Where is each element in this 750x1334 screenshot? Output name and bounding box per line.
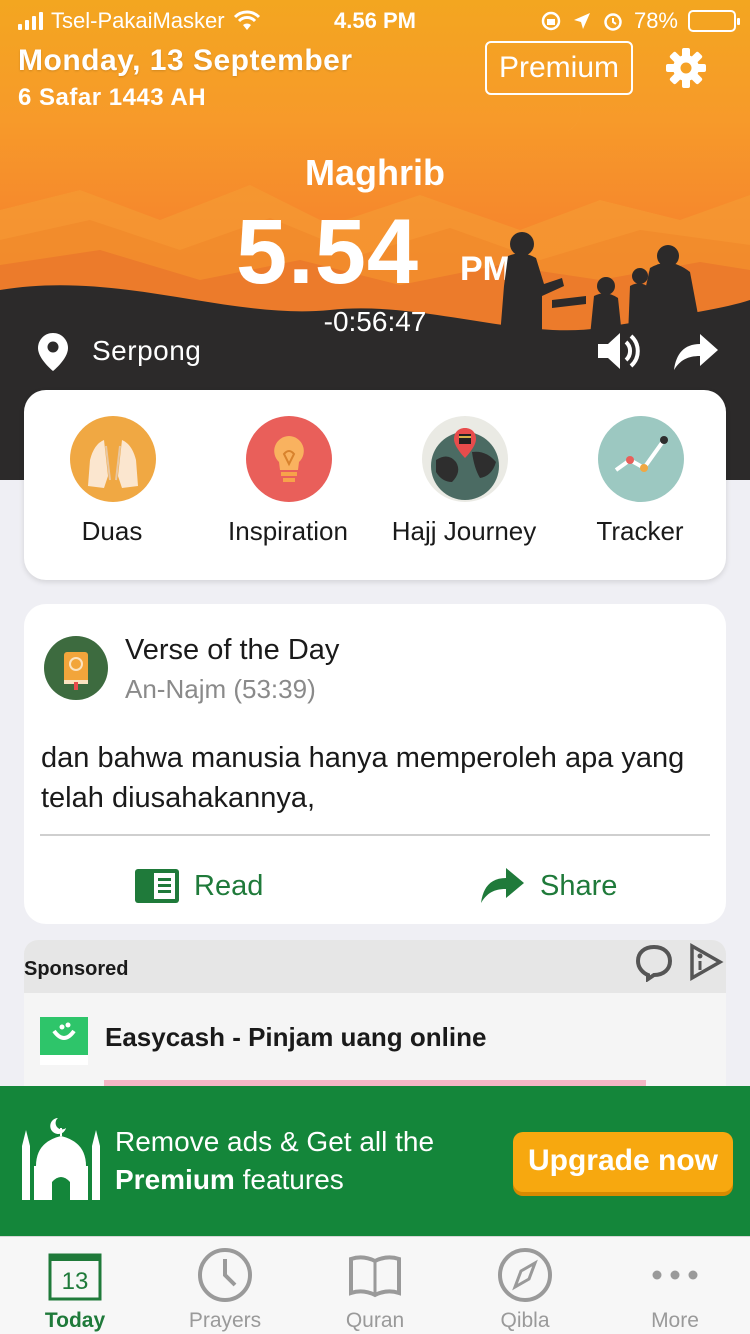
tab-label: Today bbox=[44, 1309, 106, 1332]
quick-action-hajj-journey[interactable]: Hajj Journey bbox=[376, 390, 552, 580]
upgrade-features-word: features bbox=[234, 1164, 344, 1195]
ad-title[interactable]: Easycash - Pinjam uang online bbox=[105, 1022, 486, 1053]
tab-qibla[interactable]: Qibla bbox=[450, 1237, 600, 1334]
calendar-icon: 13 bbox=[48, 1253, 102, 1301]
prayer-name: Maghrib bbox=[305, 152, 445, 193]
ad-info-icon[interactable] bbox=[686, 942, 726, 982]
tab-quran[interactable]: Quran bbox=[300, 1237, 450, 1334]
quick-action-duas[interactable]: Duas bbox=[24, 390, 200, 580]
upgrade-now-button[interactable]: Upgrade now bbox=[513, 1132, 733, 1192]
verse-of-the-day-card: Verse of the Day An-Najm (53:39) dan bah… bbox=[24, 604, 726, 924]
compass-icon bbox=[498, 1248, 552, 1302]
location-name[interactable]: Serpong bbox=[92, 335, 201, 367]
tab-label: Prayers bbox=[188, 1309, 262, 1332]
hijri-date: 6 Safar 1443 AH bbox=[18, 84, 207, 111]
quick-action-tracker[interactable]: Tracker bbox=[552, 390, 728, 580]
battery-icon bbox=[688, 10, 740, 32]
location-pin-icon bbox=[38, 333, 68, 371]
upgrade-banner[interactable]: Remove ads & Get all the Premium feature… bbox=[0, 1086, 750, 1236]
more-dots-icon bbox=[652, 1270, 698, 1280]
share-button[interactable]: Share bbox=[480, 858, 617, 914]
quick-action-inspiration[interactable]: Inspiration bbox=[200, 390, 376, 580]
verse-title: Verse of the Day bbox=[125, 634, 340, 666]
tab-prayers[interactable]: Prayers bbox=[150, 1237, 300, 1334]
upgrade-text-line1: Remove ads & Get all the bbox=[115, 1126, 435, 1157]
share-label: Share bbox=[540, 869, 618, 902]
location-arrow-icon bbox=[573, 13, 590, 29]
alarm-icon bbox=[604, 13, 622, 31]
lightbulb-icon bbox=[246, 416, 332, 502]
quick-action-label: Tracker bbox=[596, 516, 684, 546]
verse-reference: An-Najm (53:39) bbox=[125, 674, 316, 704]
read-label: Read bbox=[194, 869, 264, 902]
mosque-icon bbox=[22, 1118, 100, 1200]
verse-text: dan bahwa manusia hanya memperoleh apa y… bbox=[41, 742, 685, 814]
quick-actions-card: Duas Inspiration Hajj Journey Tracker bbox=[24, 390, 726, 580]
calendar-day-number: 13 bbox=[62, 1268, 89, 1295]
hands-praying-icon bbox=[70, 416, 156, 502]
quran-book-icon bbox=[44, 636, 108, 700]
gregorian-date: Monday, 13 September bbox=[18, 44, 353, 77]
speaker-icon[interactable] bbox=[596, 330, 640, 372]
prayer-time: 5.54 bbox=[236, 201, 420, 303]
line-chart-icon bbox=[598, 416, 684, 502]
premium-button[interactable]: Premium bbox=[485, 41, 633, 95]
tab-more[interactable]: More bbox=[600, 1237, 750, 1334]
tab-today[interactable]: 13 Today bbox=[0, 1237, 150, 1334]
divider bbox=[40, 834, 710, 836]
upgrade-text-line2: Premium features bbox=[115, 1164, 344, 1196]
tab-label: Qibla bbox=[500, 1309, 550, 1332]
book-icon bbox=[349, 1255, 401, 1298]
sponsored-header: Sponsored bbox=[24, 940, 726, 993]
rotation-lock-icon bbox=[541, 11, 561, 31]
share-arrow-icon[interactable] bbox=[672, 332, 720, 372]
tab-bar: 13 Today Prayers Quran Qibla More bbox=[0, 1236, 750, 1334]
family-reading-silhouette bbox=[500, 232, 702, 336]
upgrade-premium-word: Premium bbox=[115, 1164, 235, 1195]
tab-label: More bbox=[651, 1309, 699, 1332]
tab-label: Quran bbox=[345, 1309, 405, 1332]
crescent-moon-icon bbox=[538, 96, 581, 134]
battery-percent: 78% bbox=[633, 8, 678, 33]
gear-icon[interactable] bbox=[664, 46, 708, 90]
easycash-logo[interactable] bbox=[40, 1017, 88, 1065]
sponsored-label: Sponsored bbox=[24, 958, 129, 980]
read-button[interactable]: Read bbox=[134, 858, 263, 914]
ad-choices-icon[interactable] bbox=[634, 942, 674, 982]
status-bar: Tsel-PakaiMasker 4.56 PM 78% bbox=[0, 0, 750, 40]
share-arrow-icon bbox=[481, 868, 524, 903]
open-book-icon bbox=[135, 869, 179, 903]
globe-kaaba-icon bbox=[422, 416, 508, 502]
clock-icon bbox=[198, 1248, 252, 1302]
